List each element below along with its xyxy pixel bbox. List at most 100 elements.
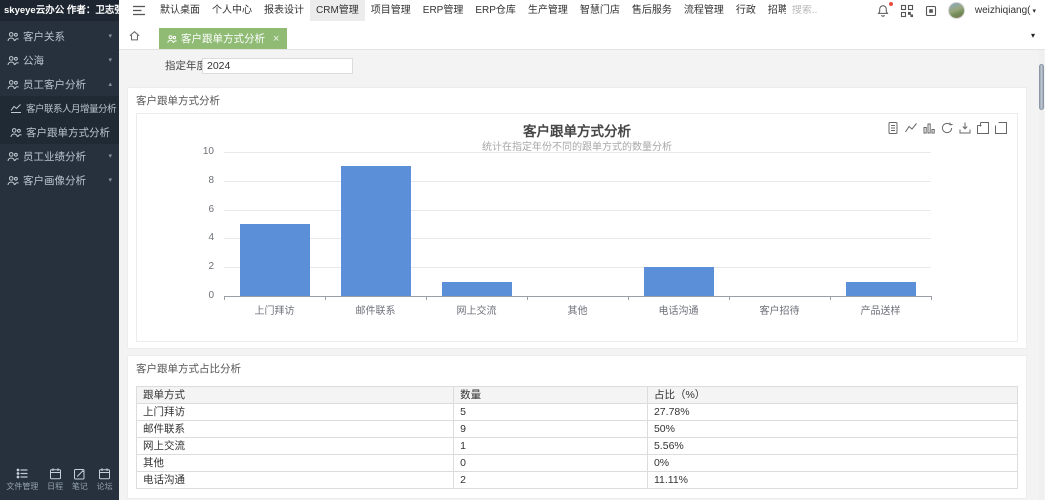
sidebar-footer-label: 日程 (47, 481, 63, 492)
calendar-icon (49, 467, 62, 480)
nav-item[interactable]: 报表设计 (258, 0, 310, 21)
gridline (224, 181, 931, 182)
x-axis-label: 客户招待 (729, 302, 830, 317)
notes-button[interactable]: 笔记 (72, 467, 88, 492)
x-axis-label: 产品送样 (830, 302, 931, 317)
notifications-button[interactable] (876, 4, 890, 18)
col-header-method: 跟单方式 (137, 387, 454, 404)
x-axis-label: 上门拜访 (224, 302, 325, 317)
user-menu[interactable]: weizhiqiang( ▾ (975, 5, 1036, 16)
restore-icon[interactable] (940, 121, 954, 135)
user-avatar[interactable] (948, 2, 965, 19)
data-zoom-reset-icon[interactable] (994, 121, 1008, 135)
x-axis-tick (628, 296, 629, 300)
nav-item[interactable]: ERP管理 (417, 0, 470, 21)
tab-followup-method-analysis[interactable]: 客户跟单方式分析 × (159, 28, 287, 49)
x-axis-label: 其他 (527, 302, 628, 317)
notification-badge (889, 2, 893, 6)
tab-bar: 客户跟单方式分析 × ▾ (119, 21, 1045, 50)
edit-icon (73, 467, 86, 480)
data-zoom-icon[interactable] (976, 121, 990, 135)
bar-电话沟通 (644, 267, 714, 296)
x-axis-label: 电话沟通 (628, 302, 729, 317)
nav-item[interactable]: CRM管理 (310, 0, 365, 21)
menu-toggle-icon[interactable] (132, 4, 146, 17)
bar-chart-type-icon[interactable] (922, 121, 936, 135)
chart-panel: 客户跟单方式分析 客户跟单方式分析 统计在指定年份不同的跟单方式的数量分析 02… (127, 87, 1027, 349)
cell-ratio: 27.78% (647, 404, 1017, 421)
users-icon (7, 55, 19, 66)
cell-ratio: 0% (647, 455, 1017, 472)
x-axis-label: 邮件联系 (325, 302, 426, 317)
save-image-icon[interactable] (958, 121, 972, 135)
chart-subtitle: 统计在指定年份不同的跟单方式的数量分析 (137, 138, 1017, 153)
ratio-table: 跟单方式 数量 占比（%） 上门拜访 5 27.78% 邮件联系 9 (136, 386, 1018, 489)
cell-count: 9 (454, 421, 648, 438)
year-input[interactable] (202, 58, 353, 74)
tab-overflow-caret-icon[interactable]: ▾ (1031, 31, 1035, 40)
line-chart-icon (10, 102, 22, 114)
sidebar-item-employee-performance[interactable]: 员工业绩分析 ▾ (0, 144, 119, 168)
scrollbar-thumb[interactable] (1039, 64, 1044, 110)
ratio-panel-heading: 客户跟单方式占比分析 (128, 356, 1026, 381)
sidebar-footer-label: 文件管理 (6, 481, 38, 492)
qr-code-button[interactable] (900, 4, 914, 18)
x-axis-tick (527, 296, 528, 300)
nav-item[interactable]: 个人中心 (206, 0, 258, 21)
gridline (224, 210, 931, 211)
file-manager-button[interactable]: 文件管理 (6, 467, 38, 492)
col-header-ratio: 占比（%） (647, 387, 1017, 404)
data-view-icon[interactable] (886, 121, 900, 135)
nav-item[interactable]: 生产管理 (522, 0, 574, 21)
sidebar-item-label: 客户联系人月增量分析 (26, 101, 116, 115)
sidebar-item-public-sea[interactable]: 公海 ▾ (0, 48, 119, 72)
x-axis-line (224, 296, 931, 297)
nav-item[interactable]: 流程管理 (678, 0, 730, 21)
sidebar-item-contact-monthly-growth[interactable]: 客户联系人月增量分析 (0, 96, 119, 120)
nav-item[interactable]: ERP仓库 (469, 0, 522, 21)
cell-ratio: 50% (647, 421, 1017, 438)
sidebar: skyeye云办公 作者：卫志强 客户关系 ▾ 公海 ▾ 员工客户分析 ▴ 客户… (0, 0, 119, 500)
nav-item[interactable]: 项目管理 (365, 0, 417, 21)
table-row: 邮件联系 9 50% (137, 421, 1018, 438)
nav-item[interactable]: 招聘 (762, 0, 786, 21)
sidebar-footer: 文件管理 日程 笔记 论坛 (0, 462, 119, 500)
table-row: 电话沟通 2 11.11% (137, 472, 1018, 489)
app-logo: skyeye云办公 作者：卫志强 (0, 0, 119, 21)
chevron-down-icon: ▾ (1032, 7, 1036, 15)
chart-toolbox (886, 121, 1008, 135)
chart-title: 客户跟单方式分析 (137, 120, 1017, 140)
nav-item[interactable]: 行政 (730, 0, 762, 21)
home-button[interactable] (128, 29, 141, 42)
forum-button[interactable]: 论坛 (97, 467, 113, 492)
table-row: 上门拜访 5 27.78% (137, 404, 1018, 421)
nav-item[interactable]: 智慧门店 (574, 0, 626, 21)
qr-code-icon (900, 4, 914, 18)
cell-method: 网上交流 (137, 438, 454, 455)
cell-method: 上门拜访 (137, 404, 454, 421)
schedule-button[interactable]: 日程 (47, 467, 63, 492)
users-icon (10, 127, 22, 138)
nav-item[interactable]: 售后服务 (626, 0, 678, 21)
cell-count: 5 (454, 404, 648, 421)
nav-item[interactable]: 默认桌面 (154, 0, 206, 21)
sidebar-item-customer-portrait[interactable]: 客户画像分析 ▾ (0, 168, 119, 192)
line-chart-type-icon[interactable] (904, 121, 918, 135)
module-menu: 默认桌面 个人中心 报表设计 CRM管理 项目管理 ERP管理 ERP仓库 生产… (154, 0, 786, 21)
x-axis-tick (325, 296, 326, 300)
sidebar-item-customer-relations[interactable]: 客户关系 ▾ (0, 24, 119, 48)
cell-count: 2 (454, 472, 648, 489)
gridline (224, 267, 931, 268)
x-axis-tick (426, 296, 427, 300)
screenshot-button[interactable] (924, 4, 938, 18)
cell-count: 0 (454, 455, 648, 472)
cell-method: 电话沟通 (137, 472, 454, 489)
vertical-scrollbar (1039, 50, 1044, 500)
close-icon[interactable]: × (273, 33, 279, 45)
sidebar-item-employee-customer-analysis[interactable]: 员工客户分析 ▴ (0, 72, 119, 96)
search-input[interactable] (792, 5, 876, 16)
bar-产品送样 (846, 282, 916, 296)
topbar-actions: weizhiqiang( ▾ (876, 2, 1045, 19)
sidebar-item-followup-method-analysis[interactable]: 客户跟单方式分析 (0, 120, 119, 144)
year-label: 指定年度* (127, 58, 193, 73)
